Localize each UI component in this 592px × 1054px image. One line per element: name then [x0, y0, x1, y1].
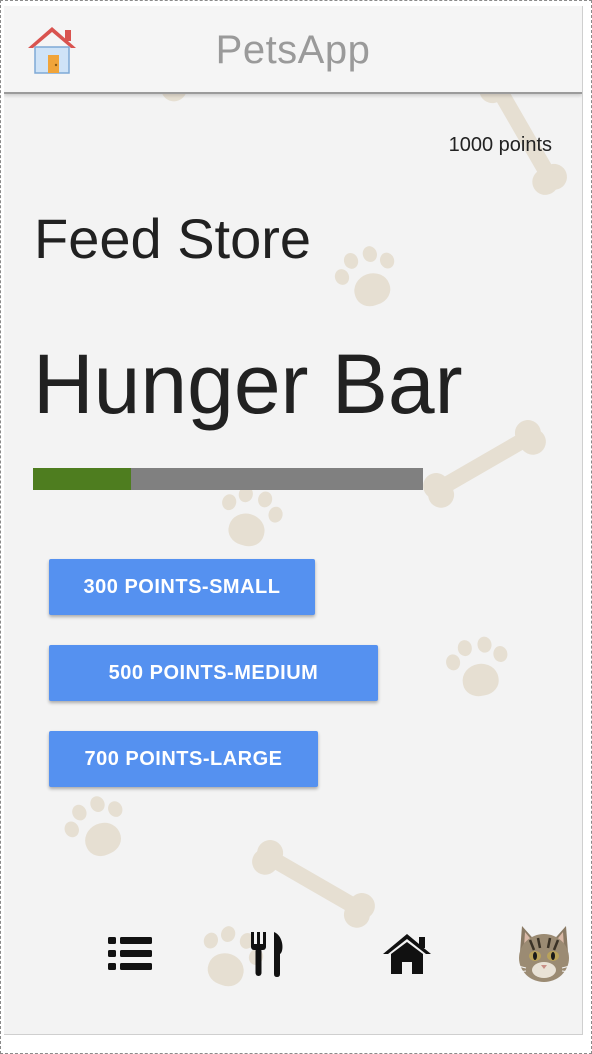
paw-decoration [324, 236, 414, 326]
hunger-bar-heading: Hunger Bar [33, 337, 463, 431]
hunger-progress-track [33, 468, 423, 490]
page-title: Feed Store [34, 207, 312, 270]
app-title: PetsApp [215, 28, 371, 72]
home-icon[interactable] [382, 932, 442, 992]
bottom-navigation [4, 924, 582, 994]
paw-decoration [206, 478, 292, 564]
points-balance: 1000 points [448, 134, 552, 156]
app-header: PetsApp [4, 6, 582, 94]
bone-decoration [245, 833, 383, 933]
buy-small-feed-button[interactable]: 300 POINTS-SMALL [49, 559, 315, 615]
hunger-progress-fill [33, 468, 131, 490]
buy-large-feed-button[interactable]: 700 POINTS-LARGE [49, 731, 318, 787]
paw-decoration [438, 630, 519, 711]
list-icon[interactable] [106, 934, 166, 994]
buy-medium-feed-button[interactable]: 500 POINTS-MEDIUM [49, 645, 378, 701]
paw-decoration [52, 784, 145, 877]
fork-knife-icon[interactable] [248, 930, 308, 990]
app-screen: PetsApp 1000 points Feed Store Hunger Ba… [4, 6, 583, 1035]
cat-avatar-icon[interactable] [516, 924, 576, 984]
